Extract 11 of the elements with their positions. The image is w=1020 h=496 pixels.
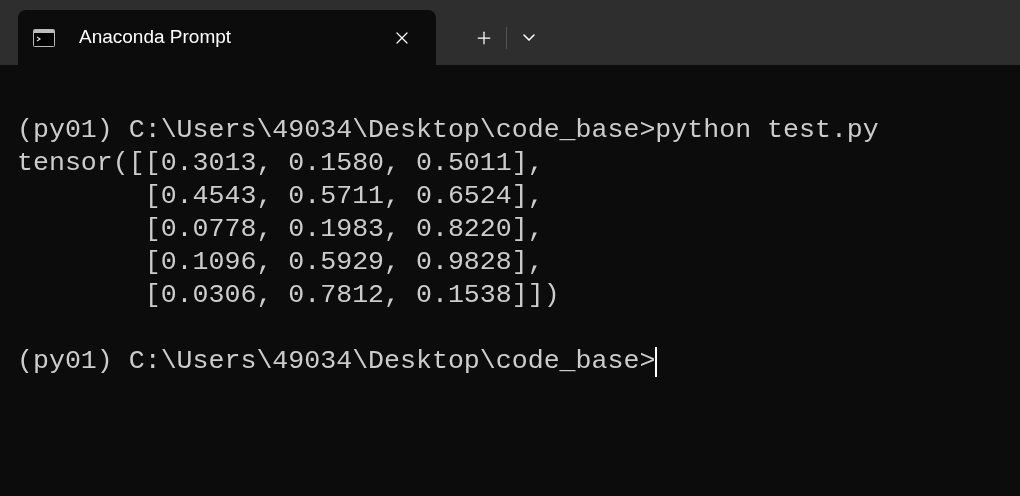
terminal-line: tensor([[0.3013, 0.1580, 0.5011], — [17, 147, 544, 180]
tab-title: Anaconda Prompt — [79, 25, 232, 50]
terminal-line: [0.4543, 0.5711, 0.6524], — [143, 180, 544, 213]
chevron-down-icon — [523, 34, 535, 41]
terminal-line: [0.1096, 0.5929, 0.9828], — [143, 246, 544, 279]
terminal-line: (py01) C:\Users\49034\Desktop\code_base> — [17, 345, 656, 378]
terminal-line: (py01) C:\Users\49034\Desktop\code_base>python test.py — [17, 114, 879, 147]
terminal-line: [0.0306, 0.7812, 0.1538]]) — [143, 279, 560, 312]
terminal-icon — [33, 28, 55, 47]
terminal-line: [0.0778, 0.1983, 0.8220], — [143, 213, 544, 246]
tab[interactable]: Anaconda Prompt — [18, 10, 436, 65]
